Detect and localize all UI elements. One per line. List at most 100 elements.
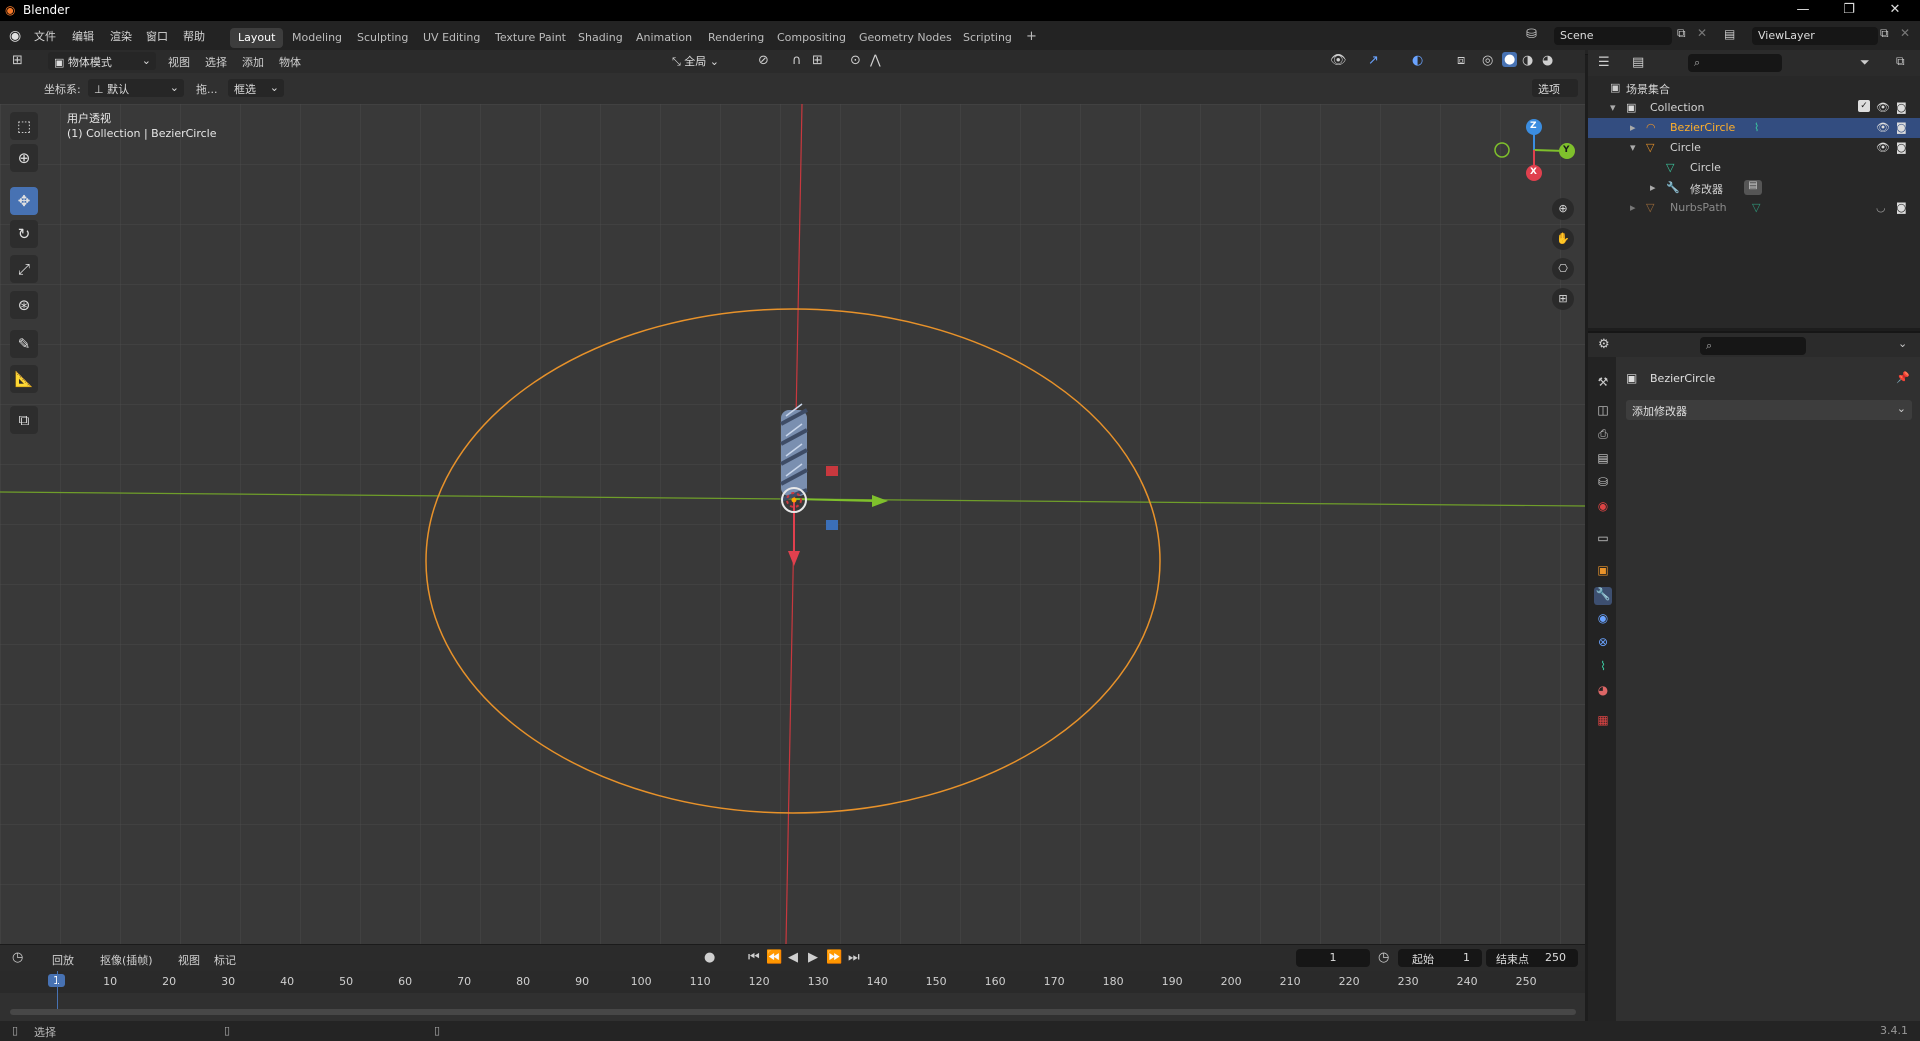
menu-select[interactable]: 选择 xyxy=(205,54,227,70)
tab-texture-paint[interactable]: Texture Paint xyxy=(487,28,574,48)
camera-icon[interactable]: ◙ xyxy=(1896,101,1907,114)
chevron-down-icon[interactable]: ⌄ xyxy=(1898,337,1907,350)
rotate-tool-icon[interactable]: ↻ xyxy=(10,220,38,248)
tab-rendering[interactable]: Rendering xyxy=(700,28,772,48)
prev-keyframe-icon[interactable]: ⏪ xyxy=(766,950,782,965)
falloff-icon[interactable]: ⋀ xyxy=(870,53,881,68)
menu-timeline-view[interactable]: 视图 xyxy=(178,952,200,968)
new-collection-icon[interactable]: ⧉ xyxy=(1896,54,1905,69)
scene-icon[interactable]: ⛁ xyxy=(1526,27,1537,42)
outliner-row-circle-data[interactable]: ▽ Circle xyxy=(1588,158,1920,178)
zoom-icon[interactable]: ⊕ xyxy=(1552,198,1574,220)
constraints-tab-icon[interactable]: ⊗ xyxy=(1594,635,1612,653)
tab-modeling[interactable]: Modeling xyxy=(284,28,350,48)
outliner-row-circle[interactable]: ▾ ▽ Circle 👁 ◙ xyxy=(1588,138,1920,158)
outliner-row-beziercircle[interactable]: ▸ ◠ BezierCircle ⌇ 👁 ◙ xyxy=(1588,118,1920,138)
modifier-tab-icon[interactable]: 🔧 xyxy=(1594,587,1612,605)
timeline-editor-icon[interactable]: ◷ xyxy=(12,950,23,965)
view-layer-tab-icon[interactable]: ▤ xyxy=(1594,451,1612,469)
mode-selector[interactable]: ▣ 物体模式 ⌄ xyxy=(48,52,156,70)
menu-object[interactable]: 物体 xyxy=(279,54,301,70)
expand-arrow-icon[interactable]: ▸ xyxy=(1630,201,1636,214)
snap-target-icon[interactable]: ⊞ xyxy=(812,53,823,68)
rendered-shading-icon[interactable]: ◕ xyxy=(1542,53,1553,68)
outliner-row-nurbspath[interactable]: ▸ ▽ NurbsPath ▽ ◡ ◙ xyxy=(1588,198,1920,218)
tab-uv-editing[interactable]: UV Editing xyxy=(415,28,488,48)
frame-end-field[interactable]: 结束点 250 xyxy=(1486,949,1578,967)
texture-tab-icon[interactable]: ▦ xyxy=(1594,713,1612,731)
frame-ruler[interactable]: 1102030405060708090100110120130140150160… xyxy=(0,971,1585,993)
expand-arrow-icon[interactable]: ▸ xyxy=(1650,181,1656,194)
new-view-layer-icon[interactable]: ⧉ xyxy=(1880,26,1889,41)
proportional-edit-icon[interactable]: ⊙ xyxy=(850,53,861,68)
pan-hand-icon[interactable]: ✋ xyxy=(1552,228,1574,250)
outliner-scene-collection[interactable]: ▣ 场景集合 xyxy=(1588,78,1920,98)
minimize-button[interactable]: — xyxy=(1788,2,1818,17)
filter-funnel-icon[interactable]: ⏷ xyxy=(1860,55,1870,70)
menu-marker[interactable]: 标记 xyxy=(214,952,236,968)
checkbox-icon[interactable]: ✓ xyxy=(1858,100,1870,112)
material-tab-icon[interactable]: ◕ xyxy=(1594,683,1612,701)
ortho-grid-icon[interactable]: ⊞ xyxy=(1552,288,1574,310)
menu-edit[interactable]: 编辑 xyxy=(72,28,94,44)
delete-scene-icon[interactable]: ✕ xyxy=(1697,26,1707,40)
outliner-row-modifiers[interactable]: ▸ 🔧 修改器 ▤ xyxy=(1588,178,1920,198)
render-tab-icon[interactable]: ◫ xyxy=(1594,403,1612,421)
tab-sculpting[interactable]: Sculpting xyxy=(349,28,416,48)
world-tab-icon[interactable]: ◉ xyxy=(1594,499,1612,517)
snap-icon[interactable]: ∩ xyxy=(792,53,802,68)
3d-viewport[interactable]: Z Y X 用户透视 (1) Collection | BezierCircle… xyxy=(0,104,1585,944)
view-layer-icon[interactable]: ▤ xyxy=(1724,27,1735,41)
expand-arrow-icon[interactable]: ▸ xyxy=(1630,121,1636,134)
record-icon[interactable]: ● xyxy=(704,950,715,965)
gizmo-y-label[interactable]: Y xyxy=(1563,145,1570,155)
camera-icon[interactable]: ◙ xyxy=(1896,201,1907,214)
jump-end-icon[interactable]: ⏭ xyxy=(848,950,860,965)
tab-layout[interactable]: Layout xyxy=(230,28,284,48)
curve-data-icon[interactable]: ⌇ xyxy=(1754,121,1759,134)
tool-tab-icon[interactable]: ⚒ xyxy=(1594,375,1612,393)
material-shading-icon[interactable]: ◑ xyxy=(1522,53,1533,68)
menu-render[interactable]: 渲染 xyxy=(110,28,132,44)
physics-tab-icon[interactable]: ◉ xyxy=(1594,611,1612,629)
visibility-icon[interactable]: 👁 xyxy=(1330,53,1347,68)
timeline-area[interactable]: 1102030405060708090100110120130140150160… xyxy=(0,971,1585,1021)
maximize-button[interactable]: ❐ xyxy=(1834,2,1864,17)
preview-range-icon[interactable]: ◷ xyxy=(1378,950,1389,965)
jump-start-icon[interactable]: ⏮ xyxy=(748,950,760,965)
curve-data-icon[interactable]: ▽ xyxy=(1752,201,1760,214)
outliner-search-input[interactable]: ⌕ xyxy=(1688,54,1782,72)
annotate-tool-icon[interactable]: ✎ xyxy=(10,330,38,358)
timeline-scrollbar[interactable] xyxy=(10,1009,1576,1015)
camera-icon[interactable]: ◙ xyxy=(1896,121,1907,134)
play-icon[interactable]: ▶ xyxy=(808,950,818,965)
tab-geometry-nodes[interactable]: Geometry Nodes xyxy=(851,28,960,48)
scene-tab-icon[interactable]: ⛁ xyxy=(1594,475,1612,493)
wireframe-shading-icon[interactable]: ◎ xyxy=(1482,53,1493,68)
drag-dropdown[interactable]: 框选 ⌄ xyxy=(228,79,284,97)
view-layer-field[interactable]: ViewLayer xyxy=(1752,27,1878,45)
close-button[interactable]: ✕ xyxy=(1880,2,1910,17)
eye-icon[interactable]: 👁 xyxy=(1876,141,1890,154)
overlay-toggle-icon[interactable]: ◐ xyxy=(1412,53,1423,68)
measure-tool-icon[interactable]: 📐 xyxy=(10,365,38,393)
outliner-row-collection[interactable]: ▾ ▣ Collection ✓ 👁 ◙ xyxy=(1588,98,1920,118)
menu-file[interactable]: 文件 xyxy=(34,28,56,44)
menu-add[interactable]: 添加 xyxy=(242,54,264,70)
menu-playback[interactable]: 回放 xyxy=(52,952,74,968)
menu-help[interactable]: 帮助 xyxy=(183,28,205,44)
camera-icon[interactable]: ◙ xyxy=(1896,141,1907,154)
gizmo-z-label[interactable]: Z xyxy=(1530,121,1537,131)
expand-arrow-icon[interactable]: ▾ xyxy=(1610,101,1616,114)
blender-menu-icon[interactable]: ◉ xyxy=(9,28,21,44)
eye-icon[interactable]: 👁 xyxy=(1876,101,1890,114)
pivot-icon[interactable]: ⊘ xyxy=(758,53,769,68)
xray-icon[interactable]: ⧈ xyxy=(1457,53,1465,68)
properties-search-input[interactable]: ⌕ xyxy=(1700,337,1806,355)
current-frame-field[interactable]: 1 xyxy=(1296,949,1370,967)
frame-start-field[interactable]: 起始 1 xyxy=(1398,949,1482,967)
properties-editor-icon[interactable]: ⚙ xyxy=(1598,337,1610,352)
transform-orientation-button[interactable]: ⤡ 全局 ⌄ xyxy=(672,53,719,69)
menu-window[interactable]: 窗口 xyxy=(146,28,168,44)
solid-shading-icon[interactable]: ● xyxy=(1502,52,1518,67)
